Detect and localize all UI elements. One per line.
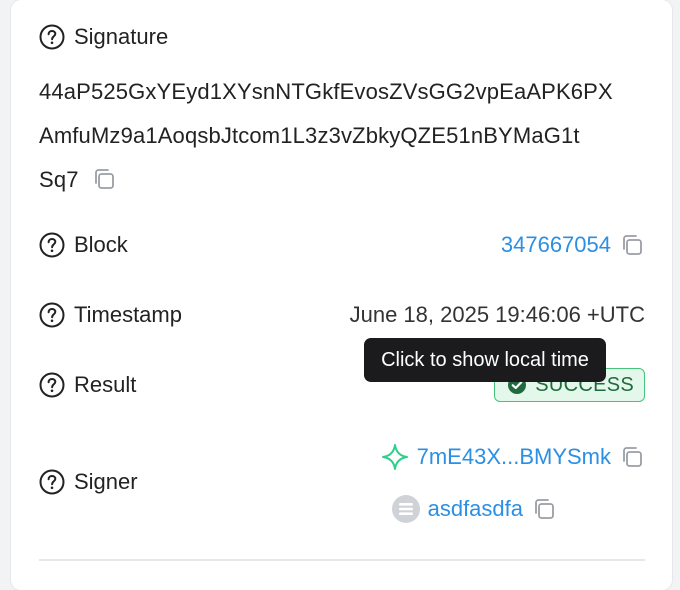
result-label: Result xyxy=(74,372,137,397)
signature-line-3: Sq7 xyxy=(39,158,651,202)
block-row-label: Block xyxy=(39,232,128,258)
signer-label: Signer xyxy=(74,469,138,494)
signer-address-group: 7mE43X...BMYSmk xyxy=(381,443,645,471)
signer-row-label: Signer xyxy=(39,469,138,495)
copy-icon[interactable] xyxy=(619,232,645,258)
signature-row-label: Signature xyxy=(39,24,168,50)
timestamp-value[interactable]: June 18, 2025 19:46:06 +UTC xyxy=(350,302,645,328)
domain-avatar-icon xyxy=(391,495,420,523)
transaction-details-card: Signature 44aP525GxYEyd1XYsnNTGkfEvosZVs… xyxy=(11,0,672,590)
sparkle-icon xyxy=(381,444,408,470)
question-circle-icon[interactable] xyxy=(39,302,65,328)
copy-icon[interactable] xyxy=(619,444,645,470)
timestamp-tooltip: Click to show local time xyxy=(364,338,606,382)
result-row-label: Result xyxy=(39,372,136,398)
signature-line-2: AmfuMz9a1AoqsbJtcom1L3z3vZbkyQZE51nBYMaG… xyxy=(39,123,580,148)
signature-label: Signature xyxy=(74,24,169,49)
copy-icon[interactable] xyxy=(531,496,557,522)
block-value-group: 347667054 xyxy=(501,232,645,258)
section-divider xyxy=(39,559,645,561)
copy-icon[interactable] xyxy=(91,166,117,192)
timestamp-value-group: June 18, 2025 19:46:06 +UTC xyxy=(350,302,645,328)
signer-domain-group: asdfasdfa xyxy=(391,495,557,523)
question-circle-icon[interactable] xyxy=(39,372,65,398)
signature-line-1: 44aP525GxYEyd1XYsnNTGkfEvosZVsGG2vpEaAPK… xyxy=(39,79,613,104)
signer-domain-link[interactable]: asdfasdfa xyxy=(428,496,523,522)
signer-address-link[interactable]: 7mE43X...BMYSmk xyxy=(417,444,611,470)
question-circle-icon[interactable] xyxy=(39,24,65,50)
question-circle-icon[interactable] xyxy=(39,232,65,258)
timestamp-label: Timestamp xyxy=(74,302,182,327)
block-link[interactable]: 347667054 xyxy=(501,232,611,258)
signature-line-3-text: Sq7 xyxy=(39,167,79,192)
timestamp-row-label: Timestamp xyxy=(39,302,182,328)
block-label: Block xyxy=(74,232,128,257)
signature-value: 44aP525GxYEyd1XYsnNTGkfEvosZVsGG2vpEaAPK… xyxy=(39,70,651,202)
question-circle-icon[interactable] xyxy=(39,469,65,495)
